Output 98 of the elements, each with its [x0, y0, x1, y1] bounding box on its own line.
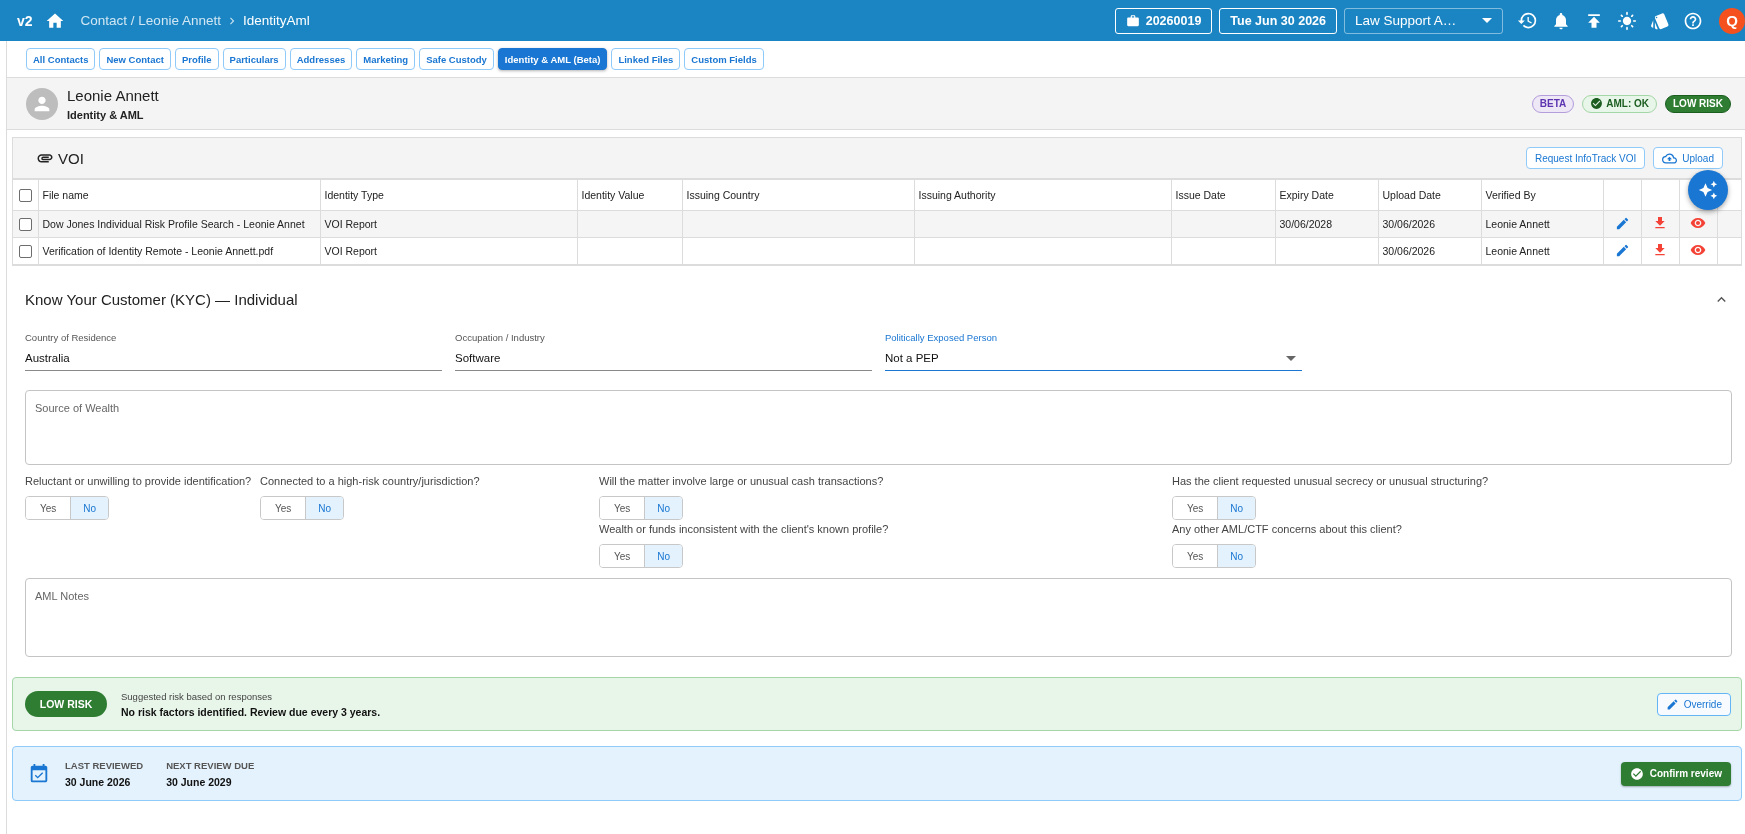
review-label: NEXT REVIEW DUE [166, 759, 255, 771]
column-header: Identity Type [320, 179, 577, 211]
download-icon[interactable] [1652, 242, 1668, 258]
table-cell: Leonie Annett [1481, 237, 1603, 265]
tab[interactable]: New Contact [99, 48, 171, 70]
field-label: Politically Exposed Person [885, 332, 997, 343]
review-date: 30 June 2026 [65, 775, 131, 788]
question-text: Will the matter involve large or unusual cash transactions? [599, 474, 884, 488]
field-value: Not a PEP [885, 352, 939, 364]
table-cell: Leonie Annett [1481, 210, 1603, 238]
sun-icon[interactable] [1617, 10, 1637, 31]
tab[interactable]: Addresses [289, 48, 353, 70]
question-text: Wealth or funds inconsistent with the client's known profile? [599, 522, 889, 536]
table-cell: 30/06/2026 [1378, 237, 1481, 265]
help-icon[interactable] [1683, 10, 1703, 31]
request-button[interactable]: Request InfoTrack VOI [1525, 147, 1646, 169]
confirm-review-button[interactable]: Confirm review [1620, 761, 1731, 786]
history-icon[interactable] [1517, 10, 1538, 31]
toggle-option[interactable]: No [1217, 497, 1256, 519]
column-header: Upload Date [1378, 179, 1481, 211]
workspace-dropdown[interactable]: Law Support A… [1344, 7, 1503, 34]
user-avatar[interactable]: Q [1719, 7, 1745, 34]
download-icon[interactable] [1652, 215, 1668, 231]
toggle-option[interactable]: No [1217, 545, 1256, 567]
cards-icon[interactable] [1650, 10, 1670, 31]
column-header: Issuing Country [682, 179, 914, 211]
column-header: Verified By [1481, 179, 1603, 211]
checkbox[interactable] [18, 244, 32, 258]
risk-badge: LOW RISK [25, 691, 107, 717]
select-field[interactable]: Politically Exposed Person Not a PEP [885, 332, 1302, 371]
field-value: Australia [25, 352, 70, 364]
version-label: v2 [17, 12, 33, 29]
column-header: Issue Date [1171, 179, 1275, 211]
pencil-icon[interactable] [1614, 215, 1630, 231]
breadcrumb-link[interactable]: Contact / Leonie Annett [80, 13, 221, 28]
textarea-field[interactable]: AML Notes [25, 578, 1732, 657]
table-cell: Verification of Identity Remote - Leonie Annett.pdf [38, 237, 320, 265]
table-cell: 30/06/2028 [1275, 210, 1378, 238]
eye-icon[interactable] [1690, 242, 1706, 258]
review-label: LAST REVIEWED [65, 759, 144, 771]
tab[interactable]: Marketing [356, 48, 416, 70]
question-text: Reluctant or unwilling to provide identification? [25, 474, 252, 488]
toggle-option[interactable]: No [70, 497, 109, 519]
badge-label: AML: OK [1606, 98, 1649, 109]
section-title: Know Your Customer (KYC) — Individual [25, 290, 298, 308]
calendar-icon [28, 762, 50, 785]
breadcrumb-current: IdentityAml [242, 13, 310, 28]
upload-button[interactable]: Upload [1653, 147, 1723, 169]
briefcase-icon [1125, 13, 1140, 28]
tab[interactable]: All Contacts [26, 48, 96, 70]
toggle-option[interactable]: No [644, 545, 683, 567]
tab[interactable]: Identity & AML (Beta) [497, 48, 608, 70]
textarea-field[interactable]: Source of Wealth [25, 390, 1732, 465]
pencil-icon [1665, 697, 1679, 711]
section-title: VOI [58, 149, 84, 167]
caret-icon [1286, 355, 1296, 361]
toggle-option[interactable]: No [644, 497, 683, 519]
table-cell: VOI Report [320, 237, 577, 265]
tab[interactable]: Profile [175, 48, 219, 70]
column-header: Expiry Date [1275, 179, 1378, 211]
sparkle-button[interactable] [1688, 170, 1728, 210]
column-header: Identity Value [577, 179, 682, 211]
page-subtitle: Identity & AML [67, 108, 144, 121]
review-date: 30 June 2029 [166, 775, 232, 788]
caret-icon [1482, 18, 1492, 23]
avatar-icon [26, 87, 58, 120]
question-text: Has the client requested unusual secrecy or unusual structuring? [1172, 474, 1489, 488]
tab[interactable]: Particulars [222, 48, 286, 70]
override-button[interactable]: Override [1656, 692, 1731, 716]
checkbox[interactable] [18, 217, 32, 231]
tab[interactable]: Custom Fields [684, 48, 764, 70]
risk-summary: No risk factors identified. Review due every 3 years. [121, 705, 381, 718]
table-cell: Dow Jones Individual Risk Profile Search - Leonie Annet [38, 210, 320, 238]
status-badge: LOW RISK [1665, 94, 1731, 113]
date-button[interactable]: Tue Jun 30 2026 [1219, 7, 1337, 34]
text-field[interactable]: Country of Residence Australia [25, 332, 442, 371]
risk-caption: Suggested risk based on responses [121, 690, 273, 702]
table-cell: 30/06/2026 [1378, 210, 1481, 238]
matter-button[interactable]: 20260019 [1114, 7, 1213, 34]
question-text: Any other AML/CTF concerns about this client? [1172, 522, 1402, 536]
column-header: File name [38, 179, 320, 211]
table-cell: VOI Report [320, 210, 577, 238]
bell-icon[interactable] [1551, 10, 1571, 31]
field-value: Software [455, 352, 501, 364]
pencil-icon[interactable] [1614, 242, 1630, 258]
tab[interactable]: Safe Custody [419, 48, 494, 70]
eye-icon[interactable] [1690, 215, 1706, 231]
text-field[interactable]: Occupation / Industry Software [455, 332, 872, 371]
tab[interactable]: Linked Files [611, 48, 681, 70]
toggle-option[interactable]: No [305, 497, 344, 519]
sparkle-icon [1698, 180, 1718, 200]
field-label: Country of Residence [25, 332, 117, 343]
contact-name: Leonie Annett [67, 86, 159, 104]
checkbox[interactable] [18, 188, 32, 202]
field-label: Occupation / Industry [455, 332, 545, 343]
status-badge: BETA [1531, 94, 1575, 113]
question-text: Connected to a high-risk country/jurisdiction? [260, 474, 480, 488]
column-header: Issuing Authority [914, 179, 1171, 211]
